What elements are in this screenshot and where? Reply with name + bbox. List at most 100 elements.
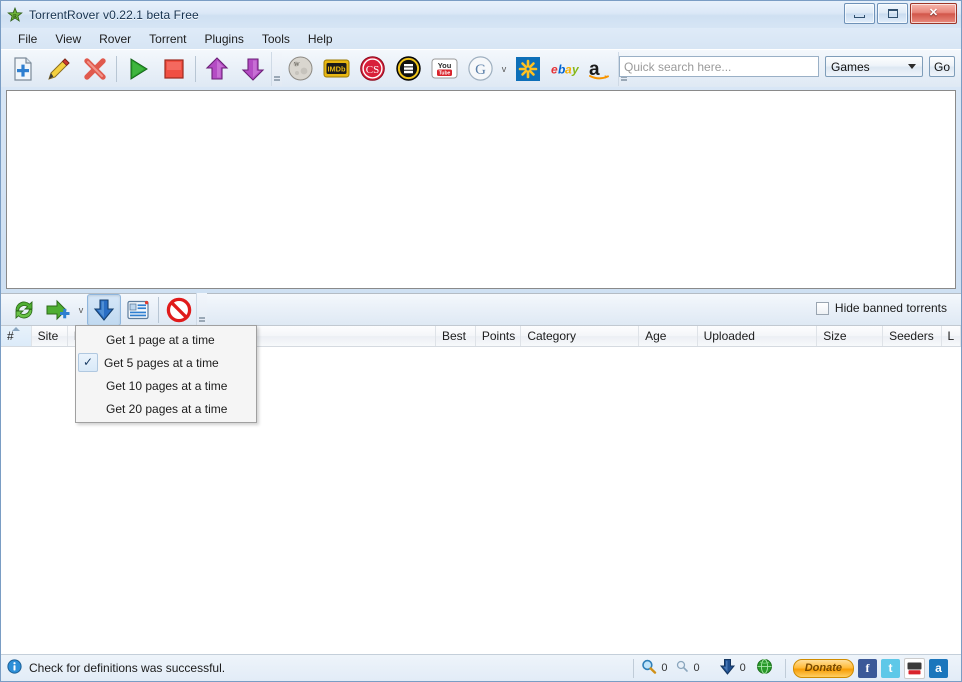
toolbar-separator [116, 55, 117, 82]
amazon-icon[interactable]: a [582, 51, 618, 87]
hide-banned-label: Hide banned torrents [834, 301, 947, 315]
stop-square-icon[interactable] [156, 51, 192, 87]
menu-tools[interactable]: Tools [253, 30, 299, 48]
chevron-down-icon [907, 64, 916, 69]
amazon-icon[interactable]: a [929, 658, 948, 678]
column-header-site[interactable]: Site [32, 326, 68, 346]
search-area: Games Go [618, 56, 955, 77]
social-links: Donate f t a [784, 657, 955, 679]
pages-dropdown-menu: Get 1 page at a time ✓ Get 5 pages at a … [75, 325, 257, 423]
maximize-button[interactable] [877, 3, 908, 24]
menu-item-label: Get 10 pages at a time [106, 378, 228, 393]
menu-item-get-1-page[interactable]: Get 1 page at a time [76, 328, 256, 351]
searches-indicator[interactable]: 0 0 [633, 658, 706, 678]
menu-plugins[interactable]: Plugins [196, 30, 253, 48]
twitter-icon[interactable]: t [881, 658, 900, 678]
minimize-button[interactable] [844, 3, 875, 24]
menu-item-get-10-pages[interactable]: Get 10 pages at a time [76, 374, 256, 397]
search-input[interactable] [618, 56, 819, 77]
search-small-icon [676, 660, 689, 676]
window-title: TorrentRover v0.22.1 beta Free [29, 7, 199, 22]
check-icon: ✓ [78, 353, 98, 372]
pages-chevron-down-icon[interactable]: v [75, 305, 87, 315]
donate-button[interactable]: Donate [792, 658, 854, 678]
results-count: 0 [693, 662, 700, 674]
ban-icon[interactable] [162, 294, 196, 326]
menu-file[interactable]: File [9, 30, 46, 48]
facebook-icon[interactable]: f [858, 658, 877, 678]
start-play-icon[interactable] [120, 51, 156, 87]
column-header-category[interactable]: Category [521, 326, 640, 346]
menu-rover[interactable]: Rover [90, 30, 140, 48]
go-button[interactable]: Go [928, 56, 955, 77]
svg-text:e: e [551, 62, 558, 76]
new-search-icon[interactable] [5, 51, 41, 87]
column-header-leechers[interactable]: L [942, 326, 961, 346]
column-label: # [7, 329, 14, 343]
column-header-points[interactable]: Points [476, 326, 522, 346]
menu-help[interactable]: Help [299, 30, 342, 48]
hide-banned-torrents-checkbox[interactable]: Hide banned torrents [815, 301, 947, 315]
status-indicators: 0 0 0 Donate f t a [633, 657, 955, 679]
close-button[interactable]: ✕ [910, 3, 957, 24]
results-toolbar: v Hide banned torrents [1, 292, 961, 327]
svg-text:a: a [565, 62, 572, 76]
checkbox-box [815, 301, 829, 315]
svg-text:W: W [294, 62, 300, 68]
toolbar2-separator [158, 296, 159, 323]
services-chevron-down-icon[interactable]: v [498, 64, 510, 74]
menu-torrent[interactable]: Torrent [140, 30, 195, 48]
star-rover-icon: R [7, 6, 23, 23]
ebay-icon[interactable]: e b a y [546, 51, 582, 87]
criticker-icon[interactable]: CS [354, 51, 390, 87]
move-down-icon[interactable] [235, 51, 271, 87]
menu-view[interactable]: View [46, 30, 90, 48]
delete-x-icon[interactable] [77, 51, 113, 87]
menu-item-label: Get 1 page at a time [106, 332, 215, 347]
download-arrow-icon [719, 658, 736, 678]
search-icon [641, 659, 657, 677]
menu-item-label: Get 20 pages at a time [106, 401, 228, 416]
menu-item-get-20-pages[interactable]: Get 20 pages at a time [76, 397, 256, 420]
youtube-icon[interactable] [904, 657, 925, 679]
menu-item-get-5-pages[interactable]: ✓ Get 5 pages at a time [76, 351, 256, 374]
status-bar: Check for definitions was successful. 0 [1, 654, 961, 681]
status-message: Check for definitions was successful. [29, 661, 226, 675]
downloads-indicator[interactable]: 0 [712, 659, 780, 678]
column-header-seeders[interactable]: Seeders [883, 326, 942, 346]
svg-text:R: R [13, 14, 17, 20]
walmart-icon[interactable] [510, 51, 546, 87]
details-panel-icon[interactable] [121, 294, 155, 326]
google-icon[interactable]: G [462, 51, 498, 87]
svg-text:You: You [437, 61, 451, 70]
get-pages-icon[interactable] [87, 293, 121, 326]
refresh-icon[interactable] [7, 294, 41, 326]
results-toolbar-grip[interactable] [196, 292, 207, 327]
search-category-dropdown[interactable]: Games [824, 56, 923, 77]
info-icon [7, 659, 22, 677]
svg-text:G: G [475, 62, 486, 78]
wikipedia-icon[interactable]: W [282, 51, 318, 87]
edit-pencil-icon[interactable] [41, 51, 77, 87]
column-header-size[interactable]: Size [817, 326, 884, 346]
imdb-icon[interactable]: IMDb [318, 51, 354, 87]
column-header-index[interactable]: # [1, 326, 32, 346]
youtube-icon[interactable]: You Tube [426, 51, 462, 87]
toolbar-grip[interactable] [271, 51, 282, 86]
menu-bar: File View Rover Torrent Plugins Tools He… [1, 28, 961, 49]
move-up-icon[interactable] [199, 51, 235, 87]
search-list-panel[interactable] [6, 90, 956, 289]
metacritic-icon[interactable] [390, 51, 426, 87]
column-header-uploaded[interactable]: Uploaded [698, 326, 818, 346]
searches-count: 0 [661, 662, 668, 674]
globe-icon[interactable] [756, 658, 773, 678]
main-toolbar: W IMDb CS You Tube G v e b a y a Quick s… [1, 49, 961, 87]
column-header-age[interactable]: Age [639, 326, 698, 346]
status-message-area: Check for definitions was successful. [7, 659, 633, 677]
close-icon: ✕ [928, 7, 939, 19]
column-header-best[interactable]: Best [436, 326, 476, 346]
add-arrow-icon[interactable] [41, 294, 75, 326]
svg-text:Tube: Tube [438, 71, 450, 77]
window-controls: ✕ [844, 3, 957, 24]
svg-text:y: y [571, 62, 579, 76]
